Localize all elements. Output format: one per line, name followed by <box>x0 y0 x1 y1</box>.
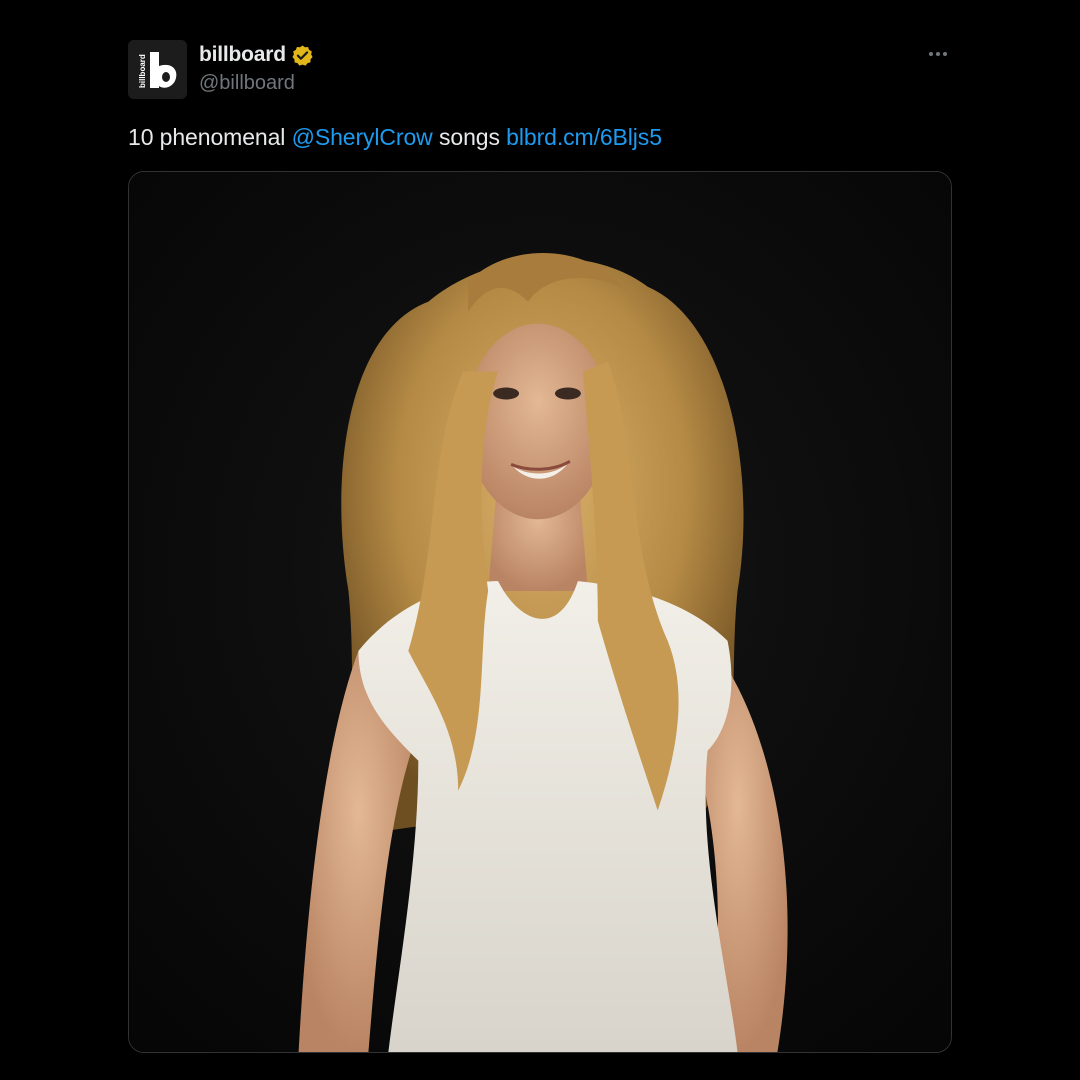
mention-link[interactable]: @SherylCrow <box>292 124 433 150</box>
more-horizontal-icon <box>929 52 933 56</box>
author-avatar[interactable]: billboard <box>128 40 187 99</box>
url-link[interactable]: blbrd.cm/6Bljs5 <box>506 124 662 150</box>
portrait-photo-image <box>129 172 951 1052</box>
avatar-logo-text: billboard <box>138 54 147 88</box>
tweet-text: 10 phenomenal @SherylCrow songs blbrd.cm… <box>128 122 952 152</box>
tweet-header: billboard billboard @billboard <box>128 40 952 100</box>
tweet-text-middle: songs <box>432 124 507 150</box>
author-names: billboard @billboard <box>199 42 314 95</box>
author-handle[interactable]: @billboard <box>199 72 314 95</box>
tweet-photo[interactable] <box>128 171 952 1053</box>
more-options-button[interactable] <box>924 42 952 66</box>
verified-badge-icon[interactable] <box>291 44 314 67</box>
billboard-logo-icon: billboard <box>128 40 187 99</box>
tweet-text-prefix: 10 phenomenal <box>128 124 292 150</box>
tweet[interactable]: billboard billboard @billboard 10 phenom… <box>128 40 952 1053</box>
author-display-name[interactable]: billboard <box>199 43 286 67</box>
